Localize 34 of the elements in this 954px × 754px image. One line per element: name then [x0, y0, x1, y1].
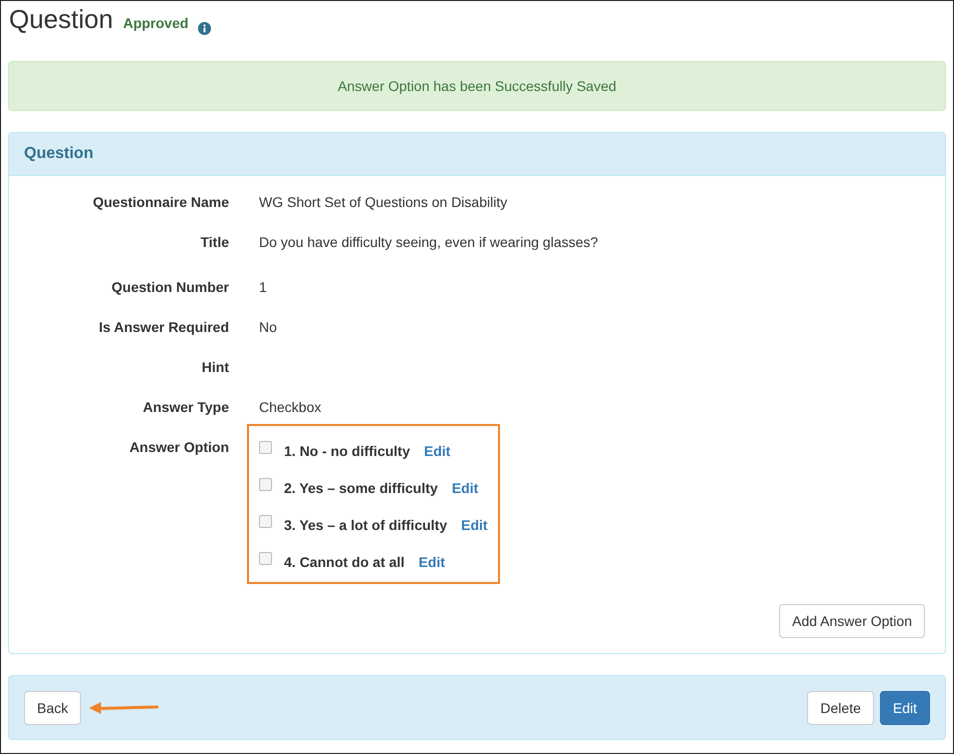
page-title: Question — [9, 5, 114, 33]
arrow-icon — [89, 702, 160, 714]
info-icon[interactable] — [198, 22, 212, 34]
option-label: 1. No - no difficulty — [284, 442, 410, 458]
checkbox[interactable] — [259, 441, 272, 454]
field-value: Do you have difficulty seeing, even if wearing glasses? — [259, 233, 600, 252]
option-label: 4. Cannot do at all — [284, 554, 405, 570]
edit-button[interactable]: Edit — [880, 690, 930, 724]
status-label: Approved — [123, 15, 188, 31]
checkbox[interactable] — [259, 552, 272, 565]
field-label: Is Answer Required — [98, 318, 229, 337]
edit-link[interactable]: Edit — [418, 554, 446, 570]
field-label: Title — [199, 233, 229, 252]
field-label: Answer Option — [128, 438, 229, 457]
checkbox[interactable] — [259, 515, 272, 528]
field-label: Question Number — [110, 278, 229, 297]
panel-heading: Question — [9, 133, 945, 176]
alert-message: Answer Option has been Successfully Saved — [338, 78, 616, 94]
option-label: 2. Yes – some difficulty — [284, 480, 438, 496]
field-value: No — [259, 318, 278, 337]
add-answer-option-button[interactable]: Add Answer Option — [779, 604, 925, 638]
edit-link[interactable]: Edit — [424, 442, 450, 458]
field-label: Hint — [200, 358, 229, 377]
field-label: Questionnaire Name — [92, 193, 229, 212]
field-value: WG Short Set of Questions on Disability — [259, 193, 508, 212]
edit-link[interactable]: Edit — [461, 516, 488, 532]
field-label: Answer Type — [142, 398, 229, 417]
checkbox[interactable] — [259, 478, 272, 491]
edit-link[interactable]: Edit — [452, 480, 478, 496]
back-button[interactable]: Back — [24, 690, 82, 724]
field-value: 1 — [259, 278, 268, 297]
field-value: Checkbox — [259, 398, 322, 417]
option-label: 3. Yes – a lot of difficulty — [284, 516, 448, 532]
delete-button[interactable]: Delete — [807, 690, 874, 724]
